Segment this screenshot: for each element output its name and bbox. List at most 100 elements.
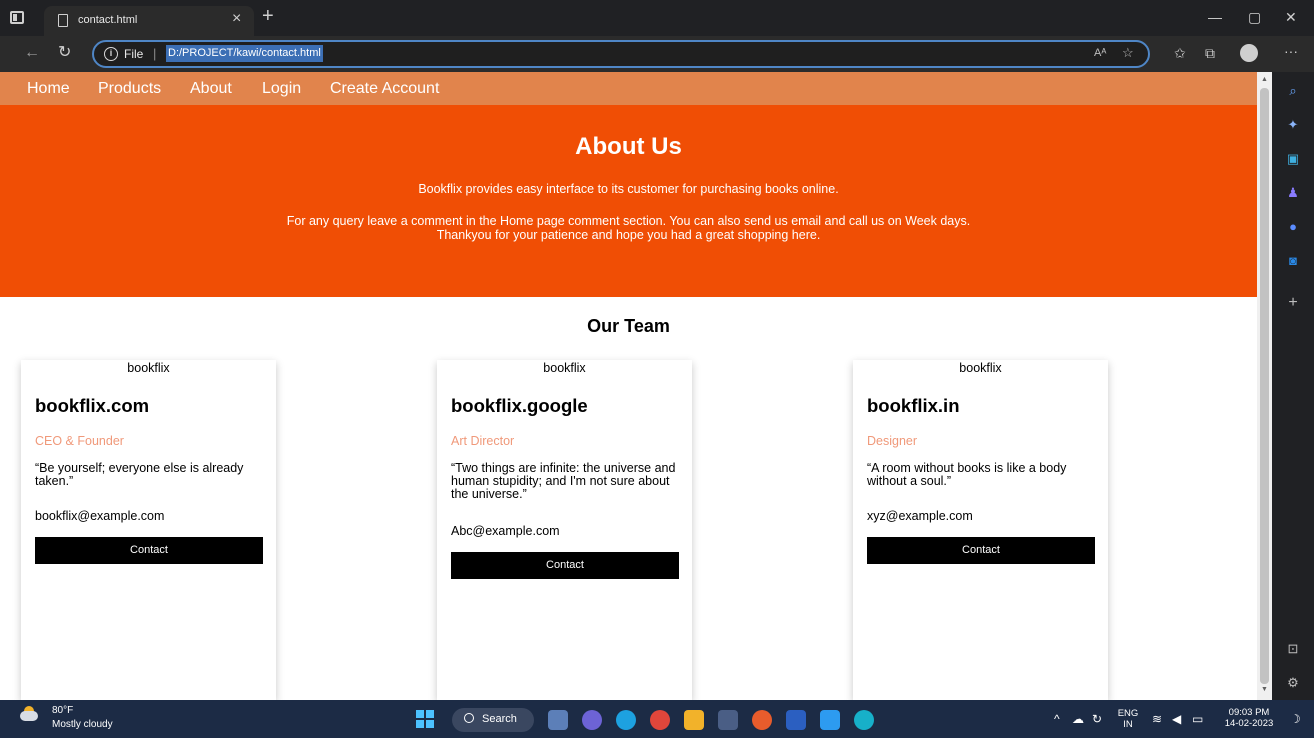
tab-actions-icon[interactable]: [10, 11, 24, 24]
favorites-icon[interactable]: ✩: [1174, 45, 1186, 61]
word-icon[interactable]: [786, 710, 806, 730]
page-viewport: Home Products About Login Create Account…: [0, 72, 1257, 700]
team-title: Our Team: [587, 316, 670, 336]
address-separator: |: [153, 46, 157, 61]
search-icon: [464, 713, 474, 723]
file-explorer-icon[interactable]: [684, 710, 704, 730]
task-view-icon[interactable]: [548, 710, 568, 730]
windows-taskbar: 80°F Mostly cloudy Search ^ ☁ ↻ ENG IN ≋…: [0, 700, 1314, 738]
meet-icon[interactable]: [582, 710, 602, 730]
onedrive-icon[interactable]: ☁: [1072, 712, 1084, 726]
team-member-quote: “A room without books is like a body wit…: [867, 461, 1067, 488]
chrome-profile-icon[interactable]: [752, 710, 772, 730]
browser-toolbar: ← ↻ i File | D:/PROJECT/kawi/contact.htm…: [0, 36, 1314, 72]
chrome-icon[interactable]: [650, 710, 670, 730]
about-intro: Bookflix provides easy interface to its …: [418, 182, 839, 196]
collections-icon[interactable]: ⧉: [1205, 45, 1215, 61]
tools-icon[interactable]: ▣: [1284, 150, 1302, 168]
new-tab-icon[interactable]: +: [262, 5, 274, 27]
nav-home[interactable]: Home: [27, 80, 70, 98]
more-options-icon[interactable]: ···: [1284, 43, 1298, 59]
add-favorite-icon[interactable]: ☆: [1122, 45, 1134, 61]
notification-icon[interactable]: ☽: [1290, 712, 1301, 726]
team-member-image: bookflix: [543, 361, 586, 375]
contact-button[interactable]: Contact: [35, 537, 263, 564]
restore-icon[interactable]: ▢: [1248, 9, 1261, 25]
weather-temperature: 80°F: [52, 705, 74, 716]
nav-products[interactable]: Products: [98, 80, 161, 98]
language-code: ENG: [1117, 708, 1139, 719]
nav-login[interactable]: Login: [262, 80, 301, 98]
team-card: bookflix bookflix.google Art Director “T…: [437, 360, 692, 700]
browser-tab-bar: contact.html × + — ▢ ✕: [0, 0, 1314, 36]
scroll-thumb[interactable]: [1260, 88, 1269, 684]
file-label: File: [124, 47, 144, 61]
weather-cloud-icon[interactable]: [20, 711, 38, 721]
refresh-icon[interactable]: ↻: [58, 44, 71, 62]
search-icon[interactable]: ⌕: [1284, 82, 1302, 100]
edge-dev-icon[interactable]: [854, 710, 874, 730]
tab-contact[interactable]: contact.html ×: [44, 6, 254, 36]
games-icon[interactable]: ●: [1284, 218, 1302, 236]
team-member-email: Abc@example.com: [451, 524, 560, 538]
clock-date: 14-02-2023: [1224, 718, 1274, 729]
team-member-role: CEO & Founder: [35, 434, 124, 448]
scroll-up-icon[interactable]: ▲: [1261, 76, 1268, 83]
scroll-down-icon[interactable]: ▼: [1261, 686, 1268, 693]
network-sync-icon[interactable]: ↻: [1092, 712, 1102, 726]
add-sidebar-item-icon[interactable]: +: [1284, 294, 1302, 312]
region-code: IN: [1123, 719, 1133, 730]
clock-time: 09:03 PM: [1228, 707, 1270, 718]
taskbar-search-label: Search: [482, 713, 517, 725]
minimize-icon[interactable]: —: [1208, 9, 1222, 25]
show-hidden-icons[interactable]: ^: [1054, 712, 1060, 726]
address-bar[interactable]: i File | D:/PROJECT/kawi/contact.html Aᴬ…: [92, 40, 1150, 68]
clock[interactable]: 09:03 PM 14-02-2023: [1220, 707, 1278, 729]
about-contact-info: For any query leave a comment in the Hom…: [286, 214, 971, 228]
team-member-role: Art Director: [451, 434, 515, 448]
team-card: bookflix bookflix.in Designer “A room wi…: [853, 360, 1108, 700]
language-indicator[interactable]: ENG IN: [1116, 708, 1140, 730]
start-menu-icon[interactable]: [416, 710, 434, 728]
page-icon: [58, 14, 68, 27]
page-scrollbar[interactable]: ▲ ▼: [1257, 72, 1272, 700]
outlook-icon[interactable]: ◙: [1284, 252, 1302, 270]
about-title: About Us: [575, 133, 682, 160]
contact-button[interactable]: Contact: [867, 537, 1095, 564]
vscode-icon[interactable]: [820, 710, 840, 730]
hide-sidebar-icon[interactable]: ⊡: [1284, 640, 1302, 658]
team-member-image: bookflix: [959, 361, 1002, 375]
team-member-email: xyz@example.com: [867, 509, 973, 523]
nav-about[interactable]: About: [190, 80, 232, 98]
site-nav: Home Products About Login Create Account: [0, 72, 1257, 105]
weather-description: Mostly cloudy: [52, 719, 113, 730]
settings-gear-icon[interactable]: ⚙: [1284, 674, 1302, 692]
people-icon[interactable]: ♟: [1284, 184, 1302, 202]
info-icon[interactable]: i: [104, 47, 118, 61]
back-icon[interactable]: ←: [24, 44, 40, 62]
contact-button[interactable]: Contact: [451, 552, 679, 579]
tab-title: contact.html: [78, 14, 138, 26]
team-member-role: Designer: [867, 434, 918, 448]
team-member-quote: “Two things are infinite: the universe a…: [451, 461, 676, 501]
discover-icon[interactable]: ✦: [1284, 116, 1302, 134]
tab-close-icon[interactable]: ×: [232, 10, 241, 28]
read-aloud-icon[interactable]: Aᴬ: [1094, 47, 1106, 59]
team-card: bookflix bookflix.com CEO & Founder “Be …: [21, 360, 276, 700]
taskbar-search[interactable]: Search: [452, 708, 534, 732]
team-member-image: bookflix: [127, 361, 170, 375]
profile-avatar[interactable]: [1240, 44, 1258, 62]
edge-icon[interactable]: [616, 710, 636, 730]
team-member-name: bookflix.google: [451, 395, 588, 416]
wifi-icon[interactable]: ≋: [1152, 712, 1162, 726]
close-window-icon[interactable]: ✕: [1285, 9, 1297, 25]
battery-icon[interactable]: ▭: [1192, 712, 1203, 726]
volume-icon[interactable]: ◀: [1172, 712, 1181, 726]
url-text[interactable]: D:/PROJECT/kawi/contact.html: [166, 45, 323, 62]
team-member-email: bookflix@example.com: [35, 509, 165, 523]
store-icon[interactable]: [718, 710, 738, 730]
team-member-name: bookflix.in: [867, 395, 960, 416]
team-member-quote: “Be yourself; everyone else is already t…: [35, 461, 244, 488]
about-thanks: Thankyou for your patience and hope you …: [436, 228, 821, 242]
nav-create-account[interactable]: Create Account: [330, 80, 439, 98]
